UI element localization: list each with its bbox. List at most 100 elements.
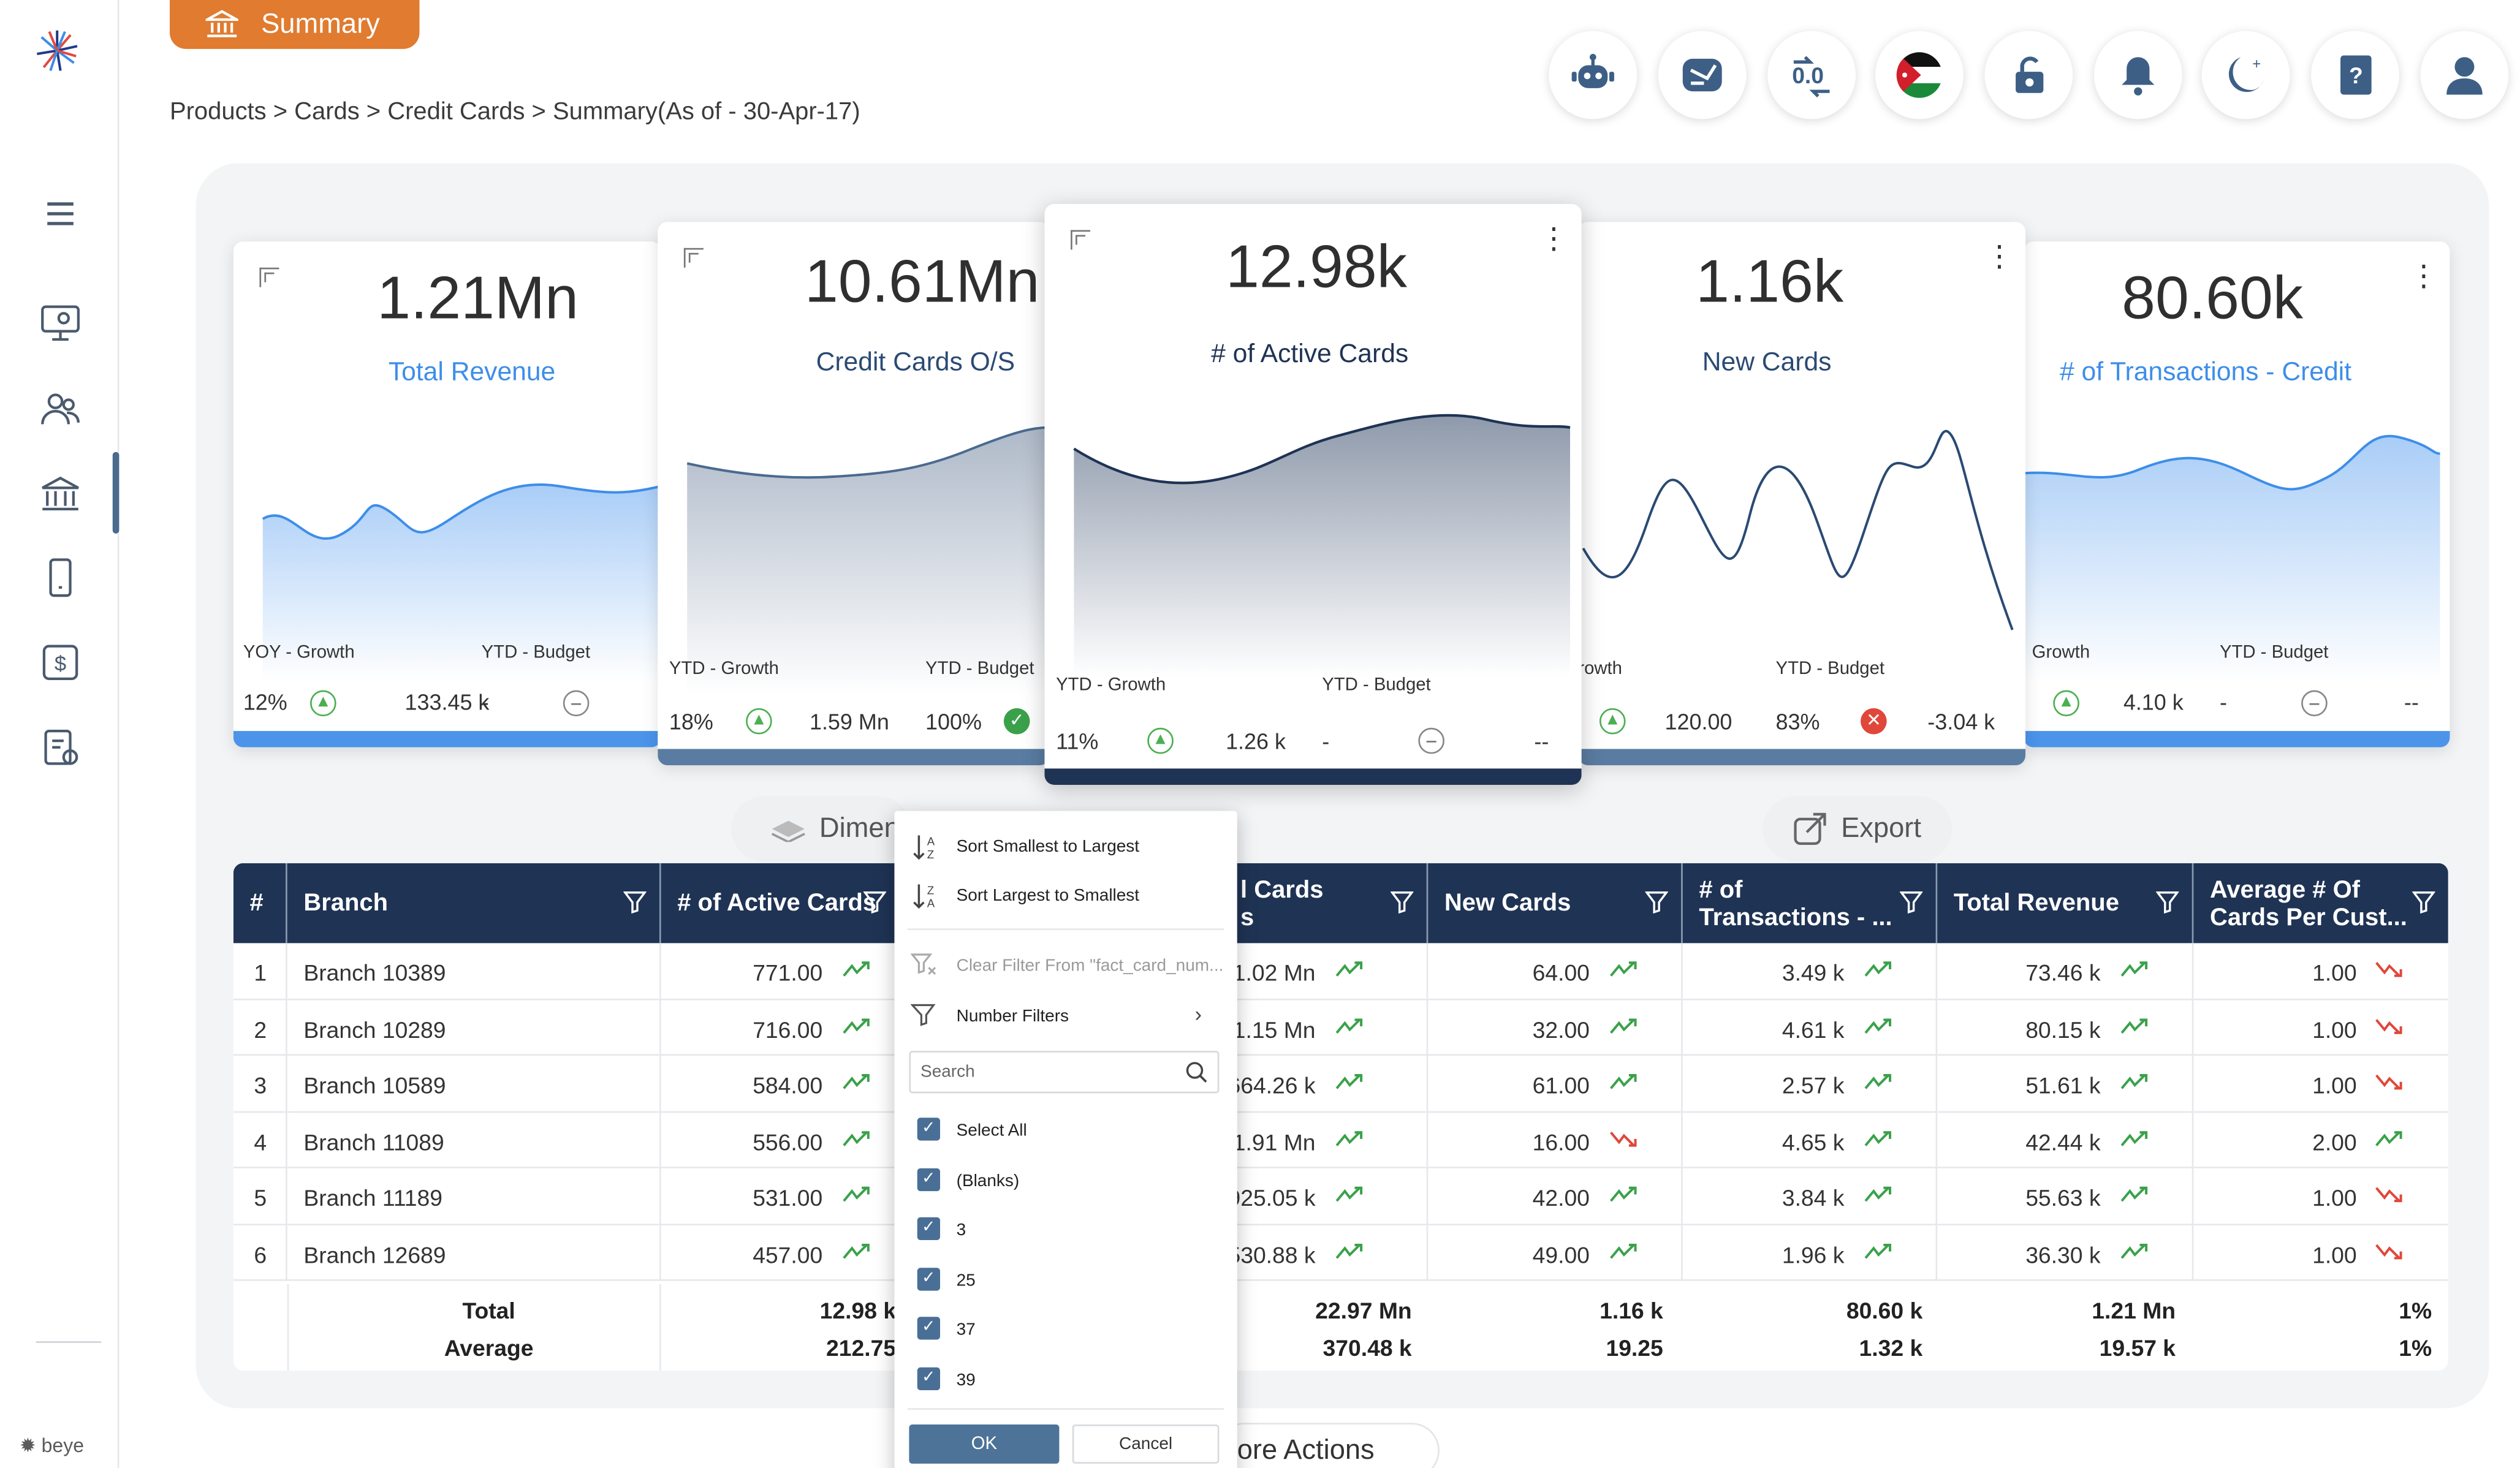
- cell-value: 32.00: [1532, 1015, 1590, 1042]
- table-row[interactable]: 5 Branch 11189 531.00 925.05 k 42.00 3.84 k 55…: [233, 1168, 2448, 1225]
- summary-tab[interactable]: Summary: [169, 0, 420, 49]
- col-header-transactions[interactable]: # of Transactions - ...: [1683, 863, 1938, 944]
- kpi-sub-budget: YTD - Budget: [1322, 675, 1431, 695]
- trend-icon: [843, 1018, 870, 1033]
- report-settings-icon[interactable]: [39, 726, 82, 768]
- trend-icon: [2375, 1074, 2402, 1090]
- dashboard-monitor-icon[interactable]: [39, 302, 82, 344]
- dimension-button[interactable]: Dimen: [731, 796, 911, 862]
- jordan-flag-icon[interactable]: [1875, 31, 1964, 119]
- kpi-card-transactions[interactable]: ⋮ 80.60k # of Transactions - Credit Grow…: [2024, 241, 2450, 747]
- table-cell-newc: 64.00: [1428, 943, 1683, 999]
- moon-icon[interactable]: +: [2201, 31, 2290, 119]
- sort-desc-option[interactable]: Sort Largest to Smallest: [957, 886, 1139, 906]
- table-cell-n: 4: [233, 1111, 287, 1168]
- more-icon[interactable]: ⋮: [1539, 224, 1568, 253]
- customers-icon[interactable]: [39, 388, 82, 431]
- cell-value: 2.00: [2312, 1128, 2357, 1155]
- kpi-value: 80.60k: [2122, 264, 2304, 331]
- filter-icon[interactable]: [863, 891, 887, 914]
- checkbox[interactable]: ✓: [917, 1317, 941, 1340]
- option-value[interactable]: 25: [957, 1271, 976, 1291]
- table-cell-avg: 1.00: [2193, 943, 2448, 999]
- user-icon[interactable]: [2420, 31, 2509, 119]
- option-value[interactable]: 39: [957, 1371, 976, 1390]
- kpi-card-total-revenue[interactable]: 1.21Mn Total Revenue YOY - Growth YTD - …: [233, 241, 661, 747]
- col-header-index[interactable]: #: [233, 863, 287, 944]
- separator: [907, 1408, 1224, 1410]
- expand-icon[interactable]: [1071, 230, 1091, 250]
- kpi-label: New Cards: [1702, 349, 1832, 377]
- trend-icon: [2375, 962, 2402, 977]
- currency-convert-icon[interactable]: 0.0: [1767, 31, 1856, 119]
- table-row[interactable]: 2 Branch 10289 716.00 1.15 Mn 32.00 4.61 k 80.…: [233, 999, 2448, 1056]
- more-icon[interactable]: ⋮: [1984, 241, 2014, 271]
- clear-filter-option[interactable]: Clear Filter From "fact_card_num...: [957, 956, 1224, 976]
- filter-icon[interactable]: [623, 891, 647, 914]
- sidebar: $ ✹ beye: [0, 0, 120, 1468]
- sidebar-divider: [36, 1341, 102, 1343]
- col-header-total-revenue[interactable]: Total Revenue: [1937, 863, 2194, 944]
- table-cell-branch: Branch 10589: [287, 1056, 661, 1111]
- option-select-all[interactable]: Select All: [957, 1121, 1027, 1141]
- mobile-icon[interactable]: [39, 556, 82, 599]
- kpi-card-new-cards[interactable]: ⋮ 1.16k New Cards rowth YTD - Budget 120…: [1578, 222, 2026, 766]
- col-header-avg-cards[interactable]: Average # Of Cards Per Cust...: [2193, 863, 2448, 943]
- table-row[interactable]: 3 Branch 10589 584.00 664.26 k 61.00 2.57 k 51…: [233, 1056, 2448, 1112]
- table-cell-n: 3: [233, 1056, 287, 1111]
- sparkline-chart: [2024, 434, 2440, 683]
- filter-search-input[interactable]: Search: [909, 1051, 1220, 1094]
- table-cell-rev: 42.44 k: [1937, 1111, 2194, 1168]
- kpi-card-credit-cards-os[interactable]: 10.61Mn Credit Cards O/S YTD - Growth YT…: [658, 222, 1050, 766]
- beye-logo-icon: ✹: [19, 1434, 36, 1458]
- table-cell-branch: Branch 10289: [287, 999, 661, 1055]
- ok-button[interactable]: OK: [909, 1424, 1060, 1464]
- option-value[interactable]: 3: [957, 1220, 966, 1240]
- table-row[interactable]: 4 Branch 11089 556.00 1.91 Mn 16.00 4.65 k 42.…: [233, 1111, 2448, 1168]
- cell-value: 4: [254, 1128, 267, 1155]
- footer-average-label: Average: [444, 1334, 534, 1361]
- more-icon[interactable]: ⋮: [2409, 261, 2438, 290]
- table-row[interactable]: 1 Branch 10389 771.00 1.02 Mn 64.00 3.49 k 73.…: [233, 943, 2448, 1000]
- lock-refresh-icon[interactable]: [1984, 31, 2073, 119]
- expand-icon[interactable]: [259, 267, 279, 287]
- filter-icon[interactable]: [2156, 891, 2179, 914]
- option-value[interactable]: 37: [957, 1320, 976, 1340]
- col-header-branch[interactable]: Branch: [287, 863, 661, 944]
- col-header-new-cards[interactable]: New Cards: [1428, 863, 1683, 944]
- cell-value: 3: [254, 1072, 267, 1099]
- more-actions-button[interactable]: ore Actions: [1216, 1423, 1440, 1468]
- filter-icon[interactable]: [2412, 891, 2435, 914]
- filter-icon[interactable]: [1391, 891, 1414, 914]
- cell-value: 1.91 Mn: [1232, 1128, 1316, 1155]
- help-book-icon[interactable]: ?: [2311, 31, 2399, 119]
- menu-icon[interactable]: [39, 192, 82, 235]
- col-header-active-cards[interactable]: # of Active Cards: [661, 863, 901, 944]
- cell-value: 771.00: [753, 959, 823, 986]
- checkbox[interactable]: ✓: [917, 1217, 941, 1241]
- cell-value: 531.00: [753, 1184, 823, 1211]
- expand-icon[interactable]: [683, 248, 704, 268]
- option-blanks[interactable]: (Blanks): [957, 1171, 1020, 1191]
- kpi-growth-pct: 18%: [669, 709, 713, 735]
- checkbox[interactable]: ✓: [917, 1118, 941, 1141]
- dollar-icon[interactable]: $: [39, 641, 82, 684]
- checkbox[interactable]: ✓: [917, 1168, 941, 1192]
- sort-asc-option[interactable]: Sort Smallest to Largest: [957, 837, 1139, 857]
- filter-icon[interactable]: [1645, 891, 1668, 914]
- bank-icon[interactable]: [39, 473, 82, 515]
- bell-icon[interactable]: [2093, 31, 2182, 119]
- search-icon[interactable]: [1185, 1061, 1207, 1083]
- message-icon[interactable]: [1658, 31, 1747, 119]
- filter-icon[interactable]: [1899, 891, 1923, 914]
- checkbox[interactable]: ✓: [917, 1268, 941, 1291]
- cancel-button[interactable]: Cancel: [1072, 1424, 1220, 1464]
- kpi-sub-budget: YTD - Budget: [481, 643, 591, 663]
- checkbox[interactable]: ✓: [917, 1367, 941, 1391]
- export-button[interactable]: Export: [1763, 796, 1953, 862]
- table-row[interactable]: 6 Branch 12689 457.00 530.88 k 49.00 1.96 k 36…: [233, 1224, 2448, 1281]
- number-filters-option[interactable]: Number Filters: [957, 1007, 1069, 1026]
- kpi-card-active-cards[interactable]: ⋮ 12.98k # of Active Cards YTD - Growth …: [1044, 203, 1582, 785]
- cell-value: 4.65 k: [1782, 1128, 1845, 1155]
- robot-icon[interactable]: [1549, 31, 1638, 119]
